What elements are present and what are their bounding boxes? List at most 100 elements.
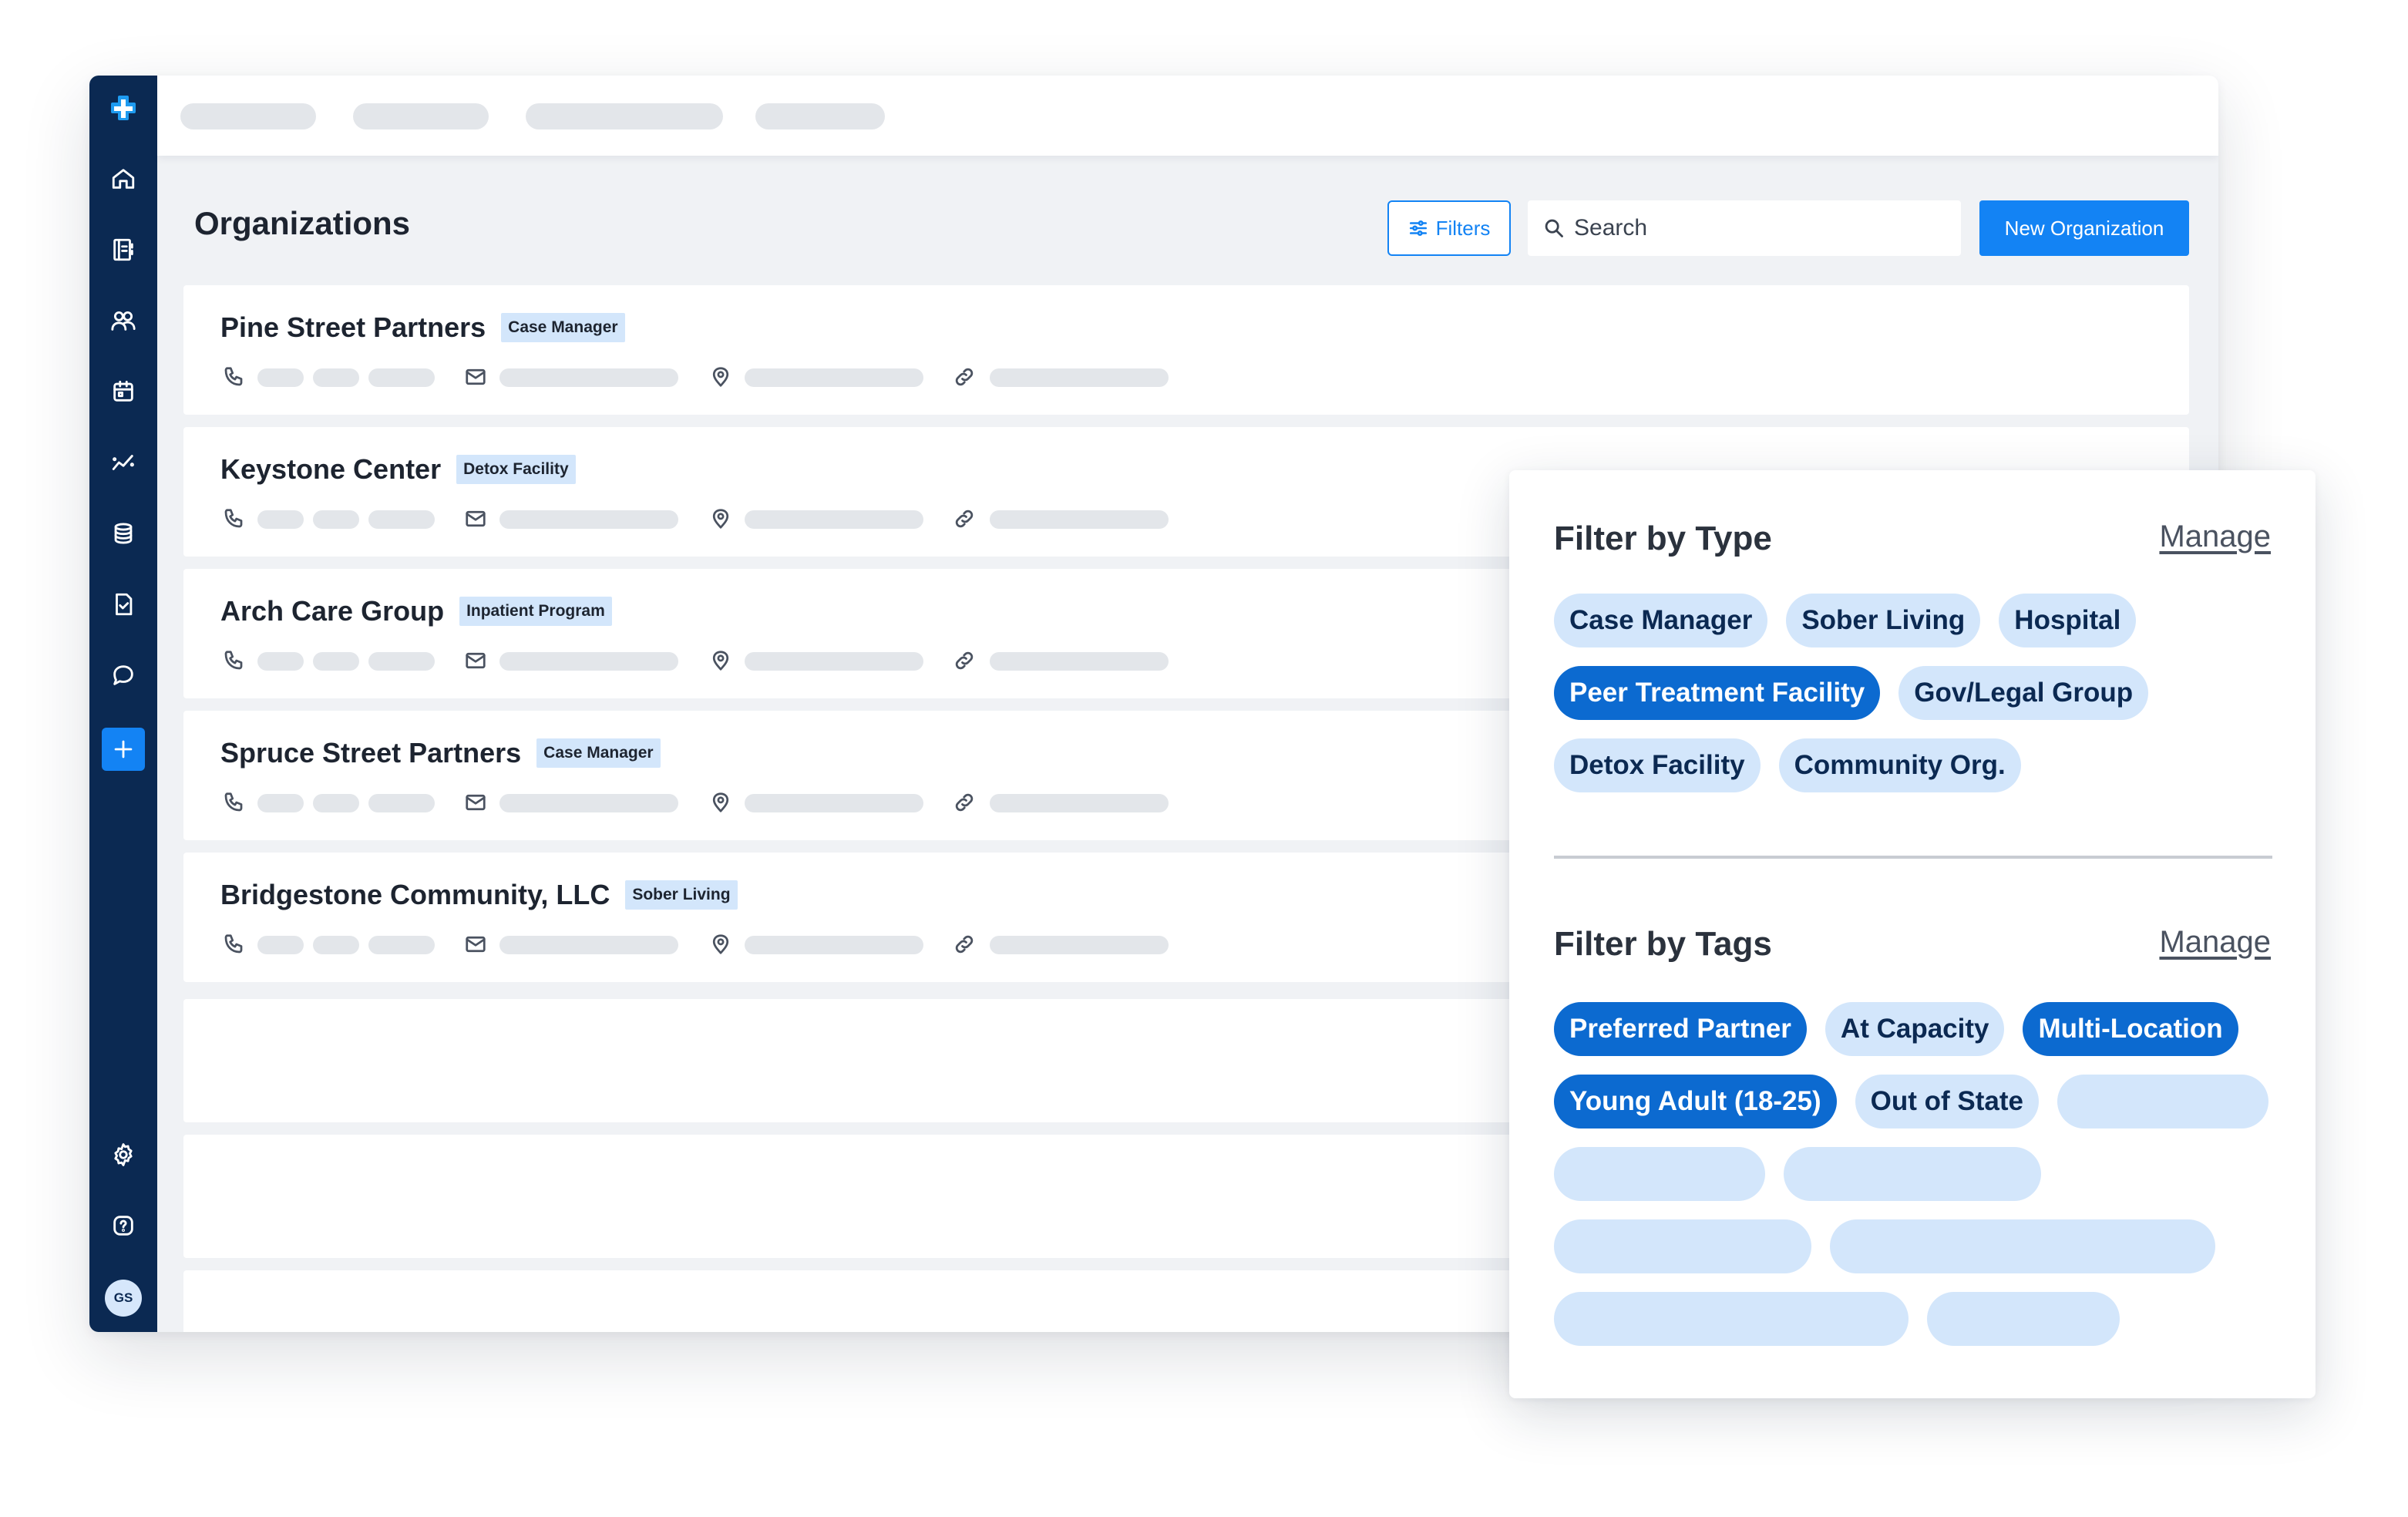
phone-icon [222,791,245,814]
type-chip[interactable]: Sober Living [1786,594,1981,648]
phone-icon [222,507,245,530]
phone-placeholder [368,794,435,812]
address-placeholder [745,652,923,671]
home-icon[interactable] [103,159,143,199]
search-icon [1545,219,1563,237]
phone-placeholder [313,936,359,954]
tag-chip-placeholder[interactable] [1830,1219,2215,1273]
link-icon [953,507,976,530]
type-chip[interactable]: Detox Facility [1554,738,1761,792]
organization-contact-row [222,364,1224,390]
search-box[interactable] [1528,200,1961,256]
tag-chip-row [1554,1292,2120,1346]
nav-placeholder[interactable] [526,103,723,130]
document-check-icon[interactable] [103,584,143,624]
mail-icon [464,791,487,814]
organization-contact-row [222,506,1224,532]
avatar[interactable]: GS [105,1280,142,1317]
organization-name[interactable]: Arch Care Group [220,595,444,627]
phone-placeholder [313,794,359,812]
phone-placeholder [368,936,435,954]
tag-chip-placeholder[interactable] [1784,1147,2041,1201]
type-chip-row: Case Manager Sober Living Hospital [1554,594,2137,648]
address-placeholder [745,368,923,387]
link-icon [953,365,976,388]
filters-button[interactable]: Filters [1387,200,1511,256]
email-placeholder [499,652,678,671]
contacts-book-icon[interactable] [103,230,143,270]
organization-contact-row [222,931,1224,957]
tag-chip-placeholder[interactable] [1927,1292,2120,1346]
phone-icon [222,365,245,388]
link-icon [953,649,976,672]
nav-placeholder[interactable] [353,103,489,130]
manage-tags-link[interactable]: Manage [2159,925,2271,960]
phone-placeholder [313,510,359,529]
phone-icon [222,933,245,956]
chat-icon[interactable] [103,655,143,695]
organization-name[interactable]: Pine Street Partners [220,311,486,344]
organization-name[interactable]: Spruce Street Partners [220,737,521,769]
organization-name-row: Arch Care Group Inpatient Program [220,595,612,627]
mail-icon [464,933,487,956]
organization-contact-row [222,789,1224,816]
database-icon[interactable] [103,513,143,553]
tag-chip-placeholder[interactable] [1554,1292,1909,1346]
tag-chip[interactable]: Out of State [1855,1075,2039,1128]
email-placeholder [499,936,678,954]
new-organization-button[interactable]: New Organization [1979,200,2189,256]
organization-name-row: Pine Street Partners Case Manager [220,311,625,344]
filter-panel: Filter by Type Manage Case Manager Sober… [1509,470,2316,1398]
calendar-icon[interactable] [103,372,143,412]
divider [1554,856,2272,859]
website-placeholder [990,794,1169,812]
type-chip[interactable]: Hospital [1999,594,2137,648]
organization-type-badge: Case Manager [536,738,661,768]
tag-chip-selected[interactable]: Multi-Location [2023,1002,2238,1056]
top-bar [157,76,2218,156]
gear-icon[interactable] [103,1135,143,1175]
organization-name-row: Spruce Street Partners Case Manager [220,737,661,769]
location-pin-icon [709,507,732,530]
nav-placeholder[interactable] [755,103,885,130]
tag-chip-selected[interactable]: Young Adult (18-25) [1554,1075,1837,1128]
email-placeholder [499,794,678,812]
add-button[interactable] [102,728,145,771]
manage-types-link[interactable]: Manage [2159,520,2271,554]
organization-contact-row [222,648,1224,674]
phone-placeholder [257,368,304,387]
email-placeholder [499,368,678,387]
link-icon [953,933,976,956]
type-chip[interactable]: Case Manager [1554,594,1768,648]
filter-type-title: Filter by Type [1554,520,1772,557]
tag-chip-row: Young Adult (18-25) Out of State [1554,1075,2268,1128]
type-chip[interactable]: Gov/Legal Group [1898,666,2149,720]
phone-placeholder [257,510,304,529]
type-chip-row: Peer Treatment Facility Gov/Legal Group [1554,666,2149,720]
nav-placeholder[interactable] [180,103,316,130]
organization-name-row: Keystone Center Detox Facility [220,453,576,486]
tag-chip-placeholder[interactable] [1554,1147,1765,1201]
organization-card[interactable]: Pine Street Partners Case Manager [183,285,2189,415]
location-pin-icon [709,649,732,672]
logo-icon[interactable] [103,88,143,128]
phone-placeholder [257,794,304,812]
analytics-icon[interactable] [103,442,143,483]
type-chip-selected[interactable]: Peer Treatment Facility [1554,666,1881,720]
mail-icon [464,507,487,530]
address-placeholder [745,510,923,529]
organization-type-badge: Detox Facility [456,455,576,484]
link-icon [953,791,976,814]
organization-type-badge: Sober Living [625,880,738,910]
phone-placeholder [313,368,359,387]
tag-chip-placeholder[interactable] [1554,1219,1811,1273]
people-icon[interactable] [103,301,143,341]
type-chip[interactable]: Community Org. [1778,738,2021,792]
tag-chip-selected[interactable]: Preferred Partner [1554,1002,1807,1056]
organization-name[interactable]: Keystone Center [220,453,441,486]
organization-name[interactable]: Bridgestone Community, LLC [220,879,610,911]
tag-chip[interactable]: At Capacity [1824,1002,2005,1056]
help-icon[interactable] [103,1206,143,1246]
search-input[interactable] [1574,215,1944,241]
tag-chip-placeholder[interactable] [2057,1075,2268,1128]
